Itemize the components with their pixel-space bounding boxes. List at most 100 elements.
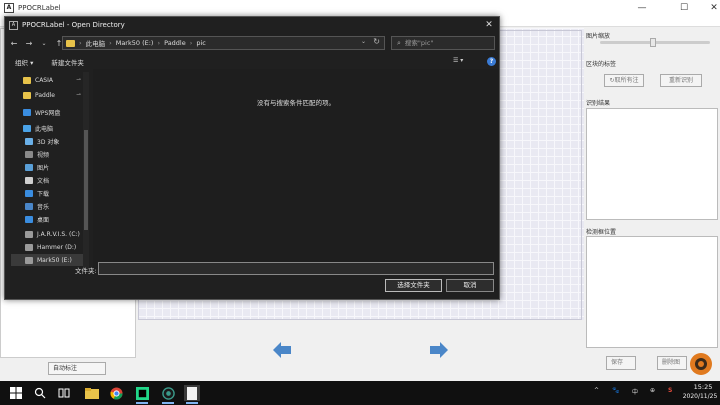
nav-item[interactable]: 音乐: [11, 200, 89, 212]
label-panel-title: 区块的标签: [586, 61, 617, 68]
zoom-slider-handle[interactable]: [650, 38, 656, 47]
navigation-pane-scrollbar[interactable]: [83, 72, 89, 270]
tray-wechat-icon[interactable]: 🐾: [612, 387, 619, 394]
auto-annotate-button[interactable]: 自动标注: [48, 362, 106, 375]
select-folder-button[interactable]: 选择文件夹: [385, 279, 442, 292]
delete-image-button[interactable]: 删除图: [657, 356, 687, 370]
nav-item[interactable]: 视频: [11, 148, 89, 160]
nav-item[interactable]: 桌面: [11, 213, 89, 225]
change-label-button[interactable]: ↻取所有注: [604, 74, 644, 87]
nav-item[interactable]: WPS网盘: [11, 106, 89, 118]
re-recognize-button[interactable]: 重新识别: [660, 74, 702, 87]
chrome-taskbar-button[interactable]: [108, 385, 124, 401]
results-list[interactable]: [586, 108, 718, 220]
pycharm-taskbar-button[interactable]: [134, 385, 150, 404]
cube-icon: [25, 137, 33, 145]
nav-item-label: 文档: [37, 177, 50, 185]
tray-expand-icon[interactable]: ^: [594, 387, 599, 394]
file-list-area[interactable]: 没有与搜索条件匹配的项。: [93, 69, 499, 269]
input-method-indicator[interactable]: 中: [632, 387, 638, 396]
refresh-icon[interactable]: ↻: [373, 37, 380, 46]
breadcrumb-this-pc[interactable]: 此电脑: [86, 38, 106, 48]
nav-item[interactable]: 下载: [11, 187, 89, 199]
right-arrow-icon: [430, 342, 448, 358]
save-button[interactable]: 保存: [606, 356, 636, 370]
app-titlebar: A PPOCRLabel — ☐ ✕: [0, 0, 720, 16]
address-bar[interactable]: › 此电脑 › Mark50 (E:) › Paddle › pic ⌄ ↻: [62, 36, 385, 50]
folder-icon: [23, 76, 31, 84]
view-options-button[interactable]: ☰ ▾: [453, 57, 469, 66]
nav-item[interactable]: J.A.R.V.I.S. (C:): [11, 228, 89, 240]
folder-name-input[interactable]: [98, 262, 494, 275]
music-icon: [25, 202, 33, 210]
nav-item[interactable]: 此电脑: [11, 122, 89, 134]
nav-item[interactable]: CASIA ⊸: [11, 74, 89, 86]
dialog-toolbar: 组织 ▾ 新建文件夹 ☰ ▾ ?: [5, 55, 499, 69]
nav-item[interactable]: 3D 对象: [11, 135, 89, 147]
nav-item[interactable]: Hammer (D:): [11, 241, 89, 253]
taskbar-clock-date[interactable]: 2020/11/25: [680, 393, 720, 400]
nav-item[interactable]: 图片: [11, 161, 89, 173]
start-button[interactable]: [8, 385, 24, 401]
nav-item-label: CASIA: [35, 76, 53, 84]
forward-button[interactable]: →: [23, 39, 35, 48]
tray-network-icon[interactable]: ⊕: [650, 387, 655, 394]
search-box[interactable]: ⌕: [391, 36, 495, 50]
new-folder-button[interactable]: 新建文件夹: [51, 57, 84, 67]
scrollbar-thumb[interactable]: [84, 130, 88, 230]
picture-icon: [25, 163, 33, 171]
folder-field-label: 文件夹:: [75, 267, 97, 275]
file-explorer-taskbar-button[interactable]: [84, 385, 100, 401]
file-explorer-icon: [85, 387, 99, 399]
help-icon[interactable]: ?: [487, 57, 496, 66]
breadcrumb-separator: ›: [189, 39, 193, 47]
taskbar-clock-time[interactable]: 15:25: [690, 383, 716, 391]
drive-icon: [25, 256, 33, 264]
search-icon: [34, 387, 46, 399]
search-taskbar-button[interactable]: [32, 385, 48, 401]
nav-item-label: 音乐: [37, 203, 50, 211]
breadcrumb-paddle[interactable]: Paddle: [164, 39, 186, 47]
tray-wps-icon[interactable]: S: [668, 387, 672, 394]
organize-menu[interactable]: 组织 ▾: [15, 57, 33, 67]
empty-folder-message: 没有与搜索条件匹配的项。: [257, 99, 335, 107]
minimize-button[interactable]: —: [628, 0, 656, 16]
nav-item-label: 图片: [37, 164, 50, 172]
search-input[interactable]: [404, 39, 485, 47]
file-dialog-taskbar-button[interactable]: [184, 385, 200, 404]
nav-item-label: WPS网盘: [35, 109, 61, 117]
video-icon: [25, 150, 33, 158]
maximize-button[interactable]: ☐: [670, 0, 698, 16]
next-image-button[interactable]: [430, 342, 448, 358]
folder-icon: [66, 39, 75, 47]
nav-item-label: 视频: [37, 151, 50, 159]
download-icon: [25, 189, 33, 197]
dialog-navigation-bar: ← → ⌄ ↑ › 此电脑 › Mark50 (E:) › Paddle › p…: [5, 35, 499, 51]
address-dropdown-icon[interactable]: ⌄: [361, 38, 366, 45]
cancel-button[interactable]: 取消: [446, 279, 494, 292]
dialog-titlebar: A PPOCRLabel - Open Directory ✕: [5, 17, 499, 33]
breadcrumb-separator: ›: [157, 39, 161, 47]
python-app-taskbar-button[interactable]: [160, 385, 176, 404]
breadcrumb-drive[interactable]: Mark50 (E:): [116, 39, 154, 47]
folder-icon: [23, 91, 31, 99]
nav-item[interactable]: Paddle ⊸: [11, 89, 89, 101]
nav-item-label: Paddle: [35, 91, 56, 99]
back-button[interactable]: ←: [8, 39, 20, 48]
box-position-list[interactable]: [586, 236, 718, 348]
results-panel-title: 识别结果: [586, 100, 611, 107]
document-icon: [187, 386, 197, 400]
paddle-gear-icon: [690, 353, 712, 375]
windows-logo-icon: [10, 387, 22, 399]
open-directory-dialog: A PPOCRLabel - Open Directory ✕ ← → ⌄ ↑ …: [4, 16, 500, 300]
nav-item[interactable]: 文档: [11, 174, 89, 186]
desktop-icon: [25, 215, 33, 223]
close-app-button[interactable]: ✕: [700, 0, 720, 16]
dialog-close-button[interactable]: ✕: [483, 19, 495, 31]
nav-item-label: 桌面: [37, 216, 50, 224]
breadcrumb-pic[interactable]: pic: [196, 39, 206, 47]
recent-locations-dropdown[interactable]: ⌄: [38, 40, 50, 47]
windows-taskbar: ^ 🐾 中 ⊕ S 15:25 2020/11/25: [0, 381, 720, 405]
prev-image-button[interactable]: [273, 342, 291, 358]
task-view-button[interactable]: [56, 385, 72, 401]
